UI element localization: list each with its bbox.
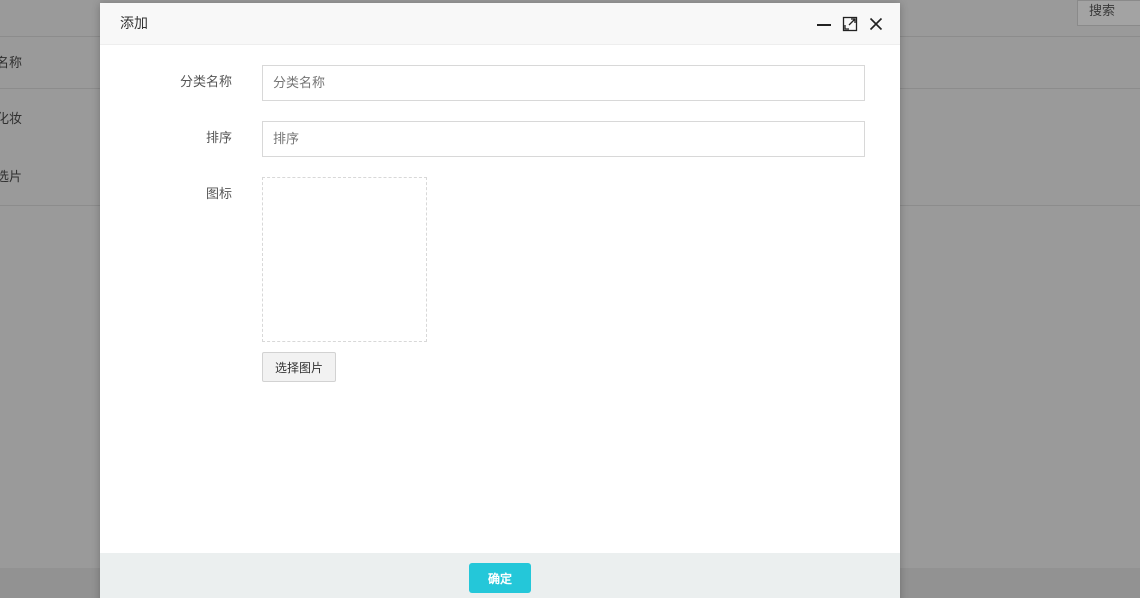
background-row-label: 选片 (0, 170, 23, 185)
dialog-title: 添加 (120, 16, 148, 32)
close-icon[interactable] (868, 16, 884, 32)
sort-label: 排序 (205, 131, 232, 146)
category-name-input[interactable] (262, 65, 865, 101)
category-name-label: 分类名称 (179, 75, 232, 90)
background-row-label: 名称 (0, 56, 23, 71)
dialog-footer: 确定 (100, 553, 900, 598)
dialog-header: 添加 (100, 3, 900, 45)
background-search-button: 搜索 (1077, 0, 1140, 26)
minimize-icon[interactable] (816, 16, 832, 32)
add-dialog: 添加 分类名称 排序 图标 选择图片 确定 (100, 3, 900, 598)
confirm-button[interactable]: 确定 (469, 563, 531, 593)
sort-input[interactable] (262, 121, 865, 157)
background-row-label: 化妆 (0, 112, 23, 127)
maximize-icon[interactable] (842, 16, 858, 32)
choose-image-button[interactable]: 选择图片 (262, 352, 336, 382)
icon-label: 图标 (205, 187, 232, 202)
icon-preview-box (262, 177, 427, 342)
